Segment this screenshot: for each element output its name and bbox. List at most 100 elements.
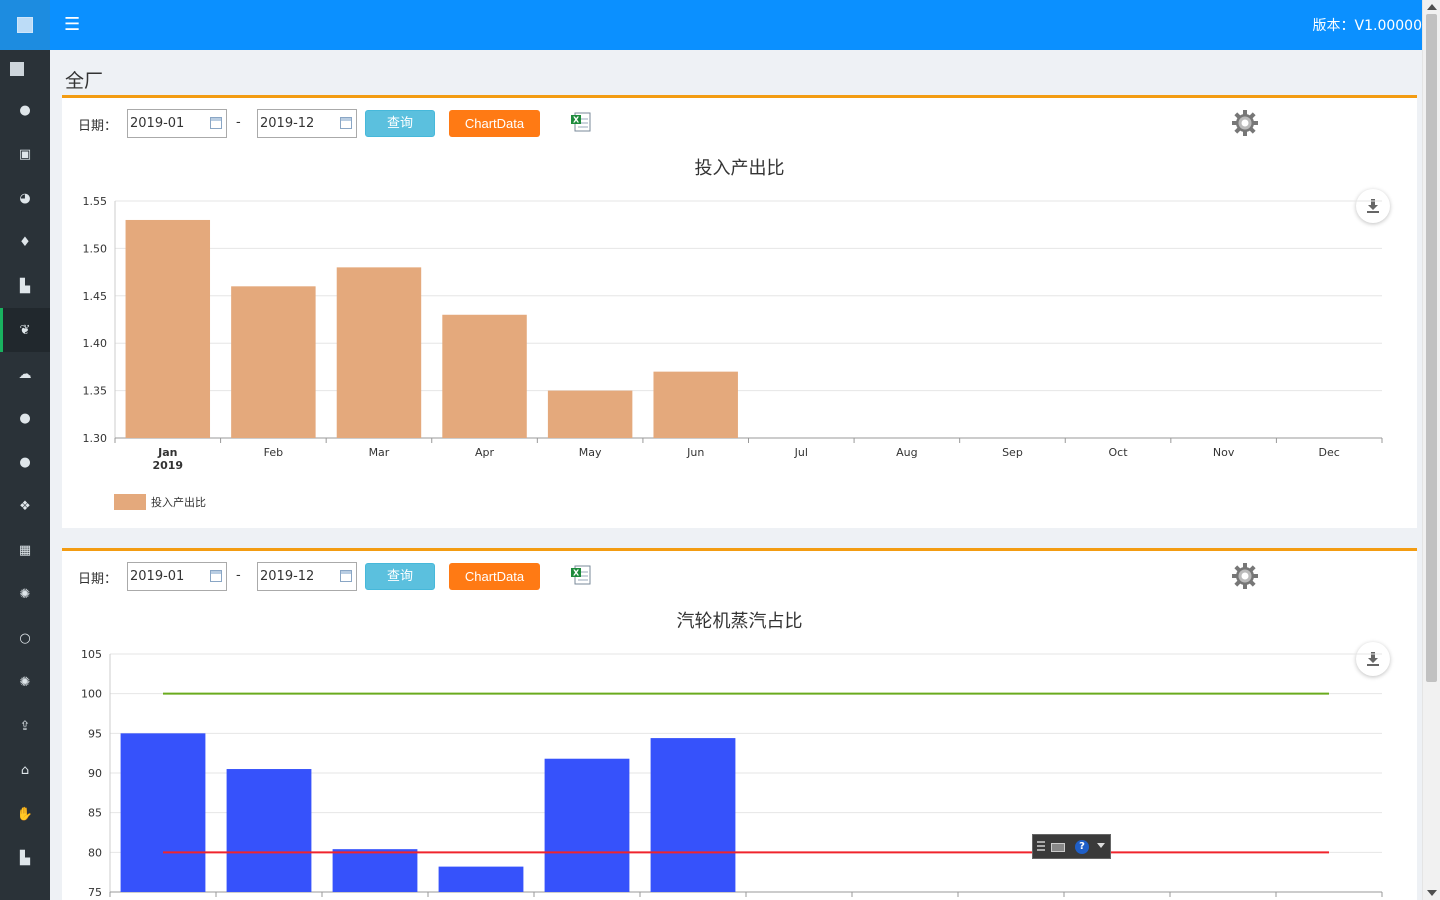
sidebar-item[interactable]: ● xyxy=(0,440,50,484)
home-icon: ⌂ xyxy=(20,762,30,778)
chart-title: 投入产出比 xyxy=(694,158,785,179)
scroll-up-arrow-icon[interactable] xyxy=(1427,4,1437,10)
sidebar-item[interactable]: ❖ xyxy=(0,484,50,528)
sidebar-item[interactable]: ⇪ xyxy=(0,704,50,748)
x-tick-label: Dec xyxy=(1319,446,1340,459)
vertical-scrollbar[interactable] xyxy=(1422,0,1440,900)
date-separator: - xyxy=(236,115,241,130)
bar xyxy=(332,849,418,892)
sidebar-item[interactable]: ✺ xyxy=(0,660,50,704)
y-tick-label: 85 xyxy=(88,807,102,820)
globe-icon: ● xyxy=(19,102,31,118)
chevron-down-icon[interactable] xyxy=(1097,843,1105,848)
y-tick-label: 100 xyxy=(81,688,102,701)
scroll-thumb[interactable] xyxy=(1426,14,1437,682)
bar xyxy=(650,738,736,892)
bar xyxy=(226,769,312,892)
input-output-bar-chart: 1.30 1.35 1.40 1.45 1.50 1.55 Jan2019 Feb Mar Apr… xyxy=(83,195,1383,510)
factory-icon: ▙ xyxy=(20,850,30,866)
svg-text:X: X xyxy=(573,569,580,578)
sidebar-item[interactable]: ❦ xyxy=(0,308,50,352)
chartdata-button[interactable]: ChartData xyxy=(449,110,540,137)
x-tick-label: Jan xyxy=(157,446,177,459)
x-tick-label: Nov xyxy=(1213,446,1235,459)
sidebar-item[interactable]: ▙ xyxy=(0,264,50,308)
sidebar-item[interactable]: ▦ xyxy=(0,528,50,572)
sidebar-item[interactable]: ○ xyxy=(0,616,50,660)
cloud-icon: ☁ xyxy=(18,366,32,382)
avatar[interactable] xyxy=(0,50,50,88)
drop-icon: ♦ xyxy=(19,234,31,250)
page-title: 全厂 xyxy=(65,70,104,92)
y-tick-label: 105 xyxy=(81,648,102,661)
calendar-icon: ▦ xyxy=(18,542,32,558)
y-tick-label: 75 xyxy=(88,886,102,899)
calendar-icon[interactable] xyxy=(340,570,352,582)
globe-icon: ● xyxy=(19,410,31,426)
top-navbar: ☰ 版本：V1.00000 xyxy=(50,0,1422,50)
sidebar-item[interactable]: ⌂ xyxy=(0,748,50,792)
leaf-icon: ❦ xyxy=(19,322,31,338)
date-label: 日期： xyxy=(78,119,118,134)
end-date-input[interactable]: 2019-12 xyxy=(257,562,357,591)
bar xyxy=(547,390,633,438)
logo[interactable] xyxy=(0,0,50,50)
x-tick-sublabel: 2019 xyxy=(152,459,183,472)
sidebar-item[interactable]: ▙ xyxy=(0,836,50,880)
gear-icon[interactable] xyxy=(1230,561,1260,591)
calendar-icon[interactable] xyxy=(210,570,222,582)
sidebar-item[interactable]: ✺ xyxy=(0,572,50,616)
calendar-icon[interactable] xyxy=(210,117,222,129)
end-date-value: 2019-12 xyxy=(260,116,315,131)
x-tick-label: Sep xyxy=(1002,446,1023,459)
y-tick-label: 90 xyxy=(88,767,102,780)
sidebar: ● ▣ ◕ ♦ ▙ ❦ ☁ ● ● ❖ ▦ ✺ ○ ✺ ⇪ ⌂ ✋ ▙ xyxy=(0,0,50,900)
y-tick-label: 95 xyxy=(88,727,102,740)
query-button[interactable]: 查询 xyxy=(365,563,435,590)
gears-icon: ✺ xyxy=(19,674,31,690)
legend-swatch xyxy=(114,494,146,510)
y-tick-label: 1.45 xyxy=(83,290,108,303)
chartdata-button[interactable]: ChartData xyxy=(449,563,540,590)
chart-panel-steam-ratio: 日期： 2019-01 - 2019-12 查询 ChartData X 汽轮机… xyxy=(62,548,1417,900)
help-icon[interactable]: ? xyxy=(1075,840,1089,854)
sidebar-item[interactable]: ✋ xyxy=(0,792,50,836)
x-tick-label: Apr xyxy=(475,446,495,459)
grip-icon[interactable] xyxy=(1037,841,1045,853)
sidebar-item[interactable]: ● xyxy=(0,88,50,132)
x-tick-label: Aug xyxy=(896,446,917,459)
circle-icon: ○ xyxy=(19,630,31,646)
bar xyxy=(442,314,527,438)
legend-label: 投入产出比 xyxy=(151,495,206,509)
excel-export-icon[interactable]: X xyxy=(570,111,592,133)
factory-icon: ▙ xyxy=(20,278,30,294)
date-toolbar: 日期： 2019-01 - 2019-12 查询 ChartData X xyxy=(62,108,1417,138)
hamburger-icon[interactable]: ☰ xyxy=(64,13,80,37)
start-date-value: 2019-01 xyxy=(130,569,185,584)
bar xyxy=(438,866,524,892)
svg-text:X: X xyxy=(573,116,580,125)
start-date-input[interactable]: 2019-01 xyxy=(127,562,227,591)
sidebar-item[interactable]: ♦ xyxy=(0,220,50,264)
query-button[interactable]: 查询 xyxy=(365,110,435,137)
sidebar-item[interactable]: ◕ xyxy=(0,176,50,220)
x-tick-label: May xyxy=(579,446,602,459)
dashboard-icon: ◕ xyxy=(19,190,31,206)
ime-toolbar[interactable]: ? xyxy=(1032,834,1111,859)
calendar-icon[interactable] xyxy=(340,117,352,129)
excel-export-icon[interactable]: X xyxy=(570,564,592,586)
end-date-input[interactable]: 2019-12 xyxy=(257,109,357,138)
sidebar-item[interactable]: ▣ xyxy=(0,132,50,176)
x-tick-label: Jun xyxy=(686,446,704,459)
bar xyxy=(544,758,630,892)
start-date-input[interactable]: 2019-01 xyxy=(127,109,227,138)
sidebar-item[interactable]: ☁ xyxy=(0,352,50,396)
gear-icon[interactable] xyxy=(1230,108,1260,138)
scroll-down-arrow-icon[interactable] xyxy=(1427,890,1437,896)
keyboard-icon[interactable] xyxy=(1051,843,1065,852)
end-date-value: 2019-12 xyxy=(260,569,315,584)
train-icon: ▣ xyxy=(18,146,32,162)
sidebar-item[interactable]: ● xyxy=(0,396,50,440)
version-label: 版本：V1.00000 xyxy=(1312,18,1422,34)
y-tick-label: 1.30 xyxy=(83,432,108,445)
